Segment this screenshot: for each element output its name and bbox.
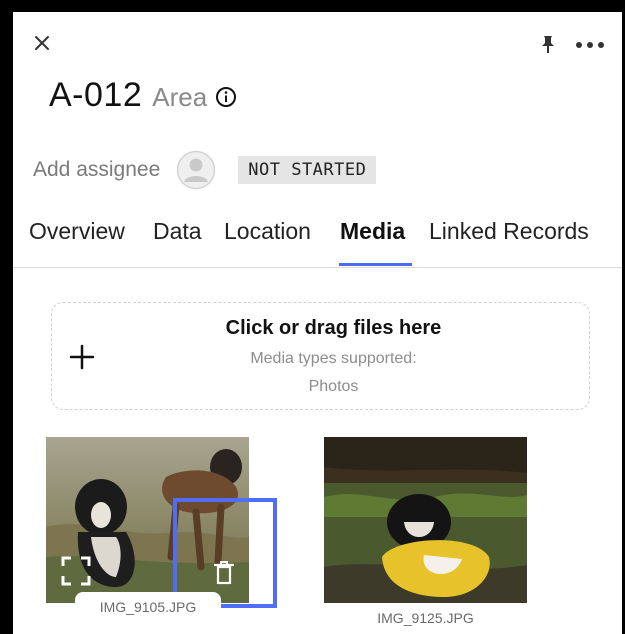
assignee-row: Add assignee NOT STARTED: [33, 150, 377, 190]
status-badge[interactable]: NOT STARTED: [238, 156, 377, 184]
avatar-icon[interactable]: [176, 150, 216, 190]
media-thumbnail-2[interactable]: [324, 437, 527, 603]
upload-dropzone[interactable]: Click or drag files here Media types sup…: [51, 302, 590, 410]
dropzone-title: Click or drag files here: [225, 317, 442, 339]
active-tab-indicator: [339, 263, 412, 266]
tab-media[interactable]: Media: [340, 218, 405, 245]
add-assignee-link[interactable]: Add assignee: [33, 158, 160, 182]
more-icon[interactable]: [575, 41, 605, 49]
tab-data[interactable]: Data: [153, 218, 202, 245]
close-icon[interactable]: [33, 34, 51, 52]
pin-icon[interactable]: [539, 34, 557, 54]
record-id: A-012: [49, 76, 143, 114]
media-filename-1: IMG_9105.JPG: [75, 592, 221, 622]
tab-location[interactable]: Location: [224, 218, 311, 245]
expand-icon[interactable]: [61, 556, 91, 586]
page-title: A-012 Area: [49, 76, 237, 115]
record-type: Area: [152, 82, 208, 112]
tab-overview[interactable]: Overview: [29, 218, 125, 245]
dropzone-subtitle: Media types supported:: [250, 350, 417, 367]
record-panel: A-012 Area Add assignee NOT STARTED Over…: [13, 12, 622, 634]
tab-linked-records[interactable]: Linked Records: [429, 218, 589, 245]
tab-bar: Overview Data Location Media Linked Reco…: [13, 212, 622, 268]
info-icon[interactable]: [215, 86, 237, 108]
dropzone-types: Photos: [308, 378, 359, 395]
media-filename-2: IMG_9125.JPG: [377, 610, 474, 626]
